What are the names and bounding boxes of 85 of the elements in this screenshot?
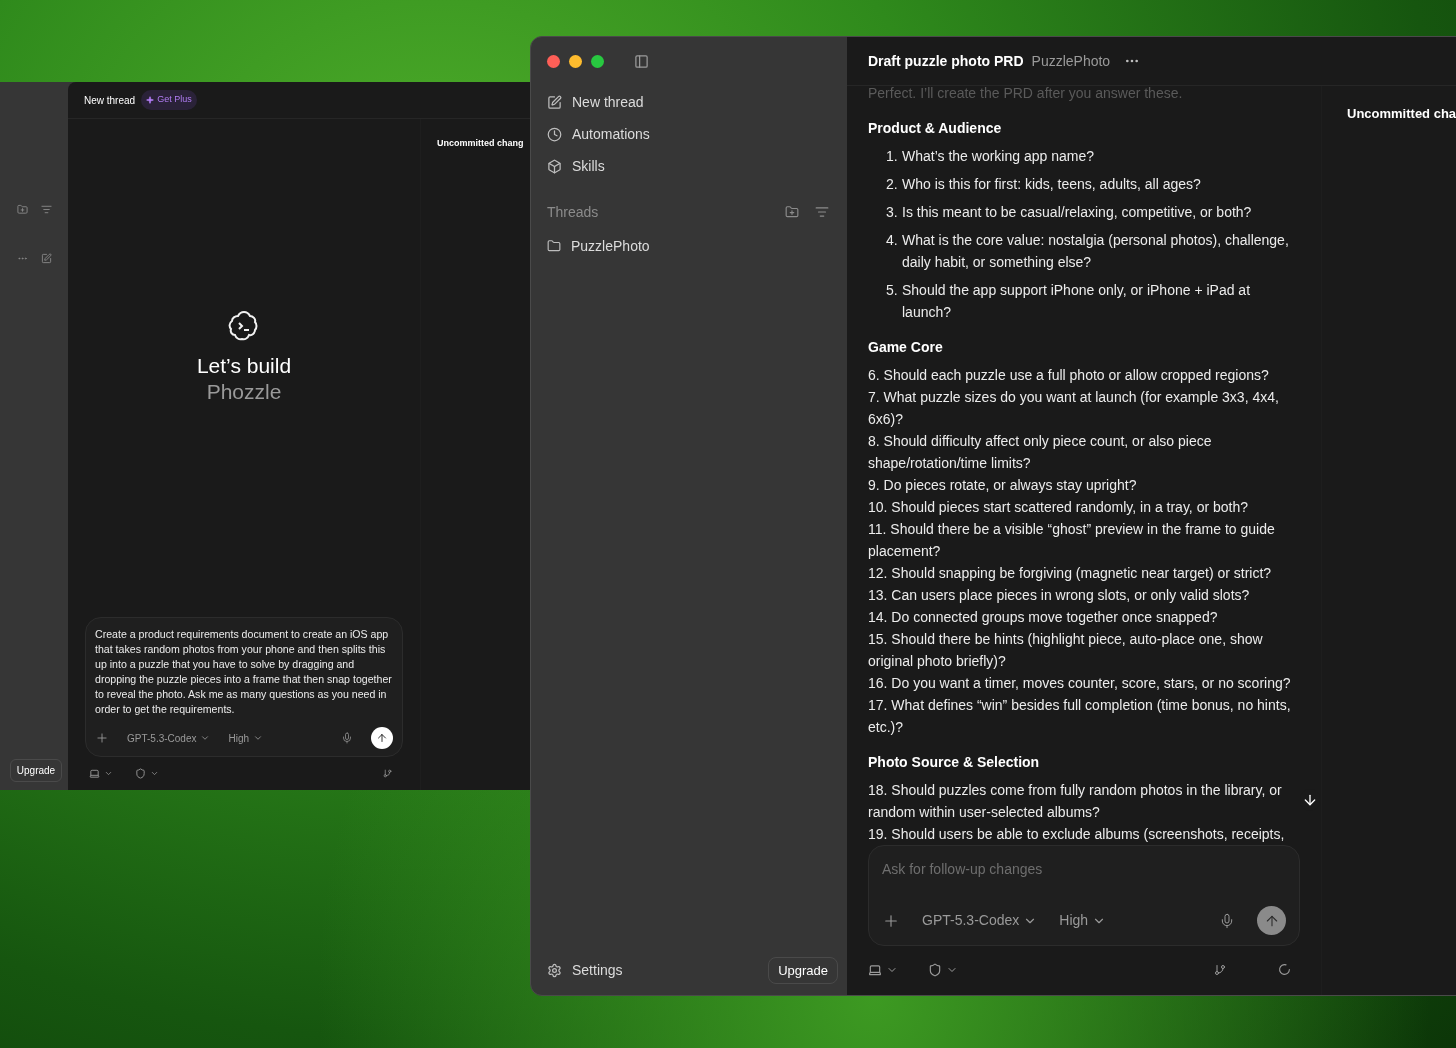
threads-label: Threads [547,202,599,222]
question-text: 11. Should there be a visible “ghost” preview in the frame to guide placement? [868,520,1276,561]
question-text: 16. Do you want a timer, moves counter, score, stars, or no scoring? [868,674,1292,693]
microphone-icon[interactable] [341,732,353,744]
settings-link[interactable]: Settings [547,959,623,981]
sidebar-item[interactable]: Skills [547,155,831,177]
chevron-down-icon [253,733,264,743]
compose-icon [547,94,562,110]
sidebar-toggle-icon[interactable] [634,53,649,69]
question-text: Is this meant to be casual/relaxing, competitive, or both? [902,203,1252,222]
sidebar-item[interactable]: New thread [547,91,831,113]
maximize-button[interactable] [591,54,604,68]
branch-icon[interactable] [1214,963,1226,976]
project-name: PuzzlePhoto [1031,51,1111,71]
sidebar-item[interactable]: Automations [547,123,831,145]
thread-folder[interactable]: PuzzlePhoto [547,235,831,257]
filter-icon[interactable] [40,204,52,215]
prompt-field[interactable]: Create a product requirements document to create an iOS app that takes random photos from your phone and then splits this up into a puzzle that you have to solve by dragging and dropping the puzzle pieces into a frame that then snap together to reveal the photo. Ask me as many questions as you need in order to get the requirements. [95,627,393,717]
loading-spinner-icon [1278,963,1291,976]
new-folder-icon[interactable] [785,205,799,219]
get-plus-badge[interactable]: Get Plus [141,90,197,110]
question-text: 12. Should snapping be forgiving (magnetic near target) or strict? [868,564,1273,583]
chevron-down-icon [200,733,211,743]
thread-title: Draft puzzle photo PRD [868,51,1024,71]
send-button[interactable] [371,727,393,749]
thread-title: New thread [84,93,136,108]
clock-icon [547,126,562,142]
assistant-message: Perfect. I’ll create the PRD after you answer these. [868,86,1184,103]
project-name: Phozzle [206,379,282,405]
question-text: 9. Do pieces rotate, or always stay upright? [868,476,1138,495]
list-number: 2. [886,175,899,194]
list-number: 1. [886,147,899,166]
question-text: What is the core value: nostalgia (personal photos), challenge, daily habit, or something else? [902,231,1290,272]
section-heading: Game Core [868,338,944,357]
settings-icon [547,962,562,978]
chevron-down-icon [150,769,159,778]
question-text: What’s the working app name? [902,147,1094,166]
question-text: 13. Can users place pieces in wrong slots, or only valid slots? [868,586,1251,605]
hero-heading: Let’s build [196,353,292,379]
question-text: 8. Should difficulty affect only piece count, or also piece shape/rotation/time limits? [868,432,1213,473]
panel-title: Uncommitted chang [437,138,524,148]
compose-icon[interactable] [40,253,52,264]
question-text: 6. Should each puzzle use a full photo or allow cropped regions? [868,366,1270,385]
shield-dropdown[interactable] [135,768,159,779]
add-icon[interactable] [95,731,109,745]
section-heading: Product & Audience [868,119,1003,138]
question-text: 15. Should there be hints (highlight piece, auto-place one, show original photo briefly)? [868,630,1264,671]
folder-icon [547,239,561,253]
minimize-button[interactable] [569,54,582,68]
question-text: 19. Should users be able to exclude albums (screenshots, receipts, [868,825,1286,844]
cube-icon [547,158,562,174]
question-text: 18. Should puzzles come from fully random photos in the library, or random within user-selected albums? [868,781,1283,822]
chevron-down-icon [104,769,113,778]
panel-title: Uncommitted cha [1347,106,1456,121]
question-text: 14. Do connected groups move together once snapped? [868,608,1219,627]
shield-icon [135,768,146,779]
laptop-dropdown[interactable] [89,768,113,779]
microphone-icon[interactable] [1219,912,1235,929]
effort-dropdown[interactable]: High [1059,910,1107,931]
laptop-icon [868,962,882,977]
question-text: Who is this for first: kids, teens, adults, all ages? [902,175,1201,194]
close-button[interactable] [547,54,560,68]
question-text: 10. Should pieces start scattered randomly, in a tray, or both? [868,498,1250,517]
list-number: 4. [886,231,899,250]
new-folder-icon[interactable] [16,204,28,215]
branch-icon[interactable] [383,769,392,778]
list-number: 3. [886,203,899,222]
model-dropdown[interactable]: GPT-5.3-Codex [127,730,211,746]
filter-icon[interactable] [815,205,829,219]
effort-dropdown[interactable]: High [228,730,264,746]
question-text: Should the app support iPhone only, or iPhone + iPad at launch? [902,281,1252,322]
question-text: 7. What puzzle sizes do you want at launch (for example 3x3, 4x4, 6x6)? [868,388,1280,429]
laptop-icon [89,768,100,779]
list-number: 5. [886,281,899,300]
model-dropdown[interactable]: GPT-5.3-Codex [922,910,1038,931]
follow-up-field[interactable]: Ask for follow-up changes [882,859,1286,880]
shield-dropdown[interactable] [928,962,958,977]
section-heading: Photo Source & Selection [868,753,1041,772]
upgrade-button[interactable]: Upgrade [768,956,838,984]
laptop-dropdown[interactable] [868,962,898,977]
sparkle-icon [146,96,155,104]
upgrade-button[interactable]: Upgrade [9,759,63,782]
arrow-up-icon [376,732,388,744]
question-text: 17. What defines “win” besides full completion (time bonus, no hints, etc.)? [868,696,1292,737]
shield-icon [928,962,942,977]
